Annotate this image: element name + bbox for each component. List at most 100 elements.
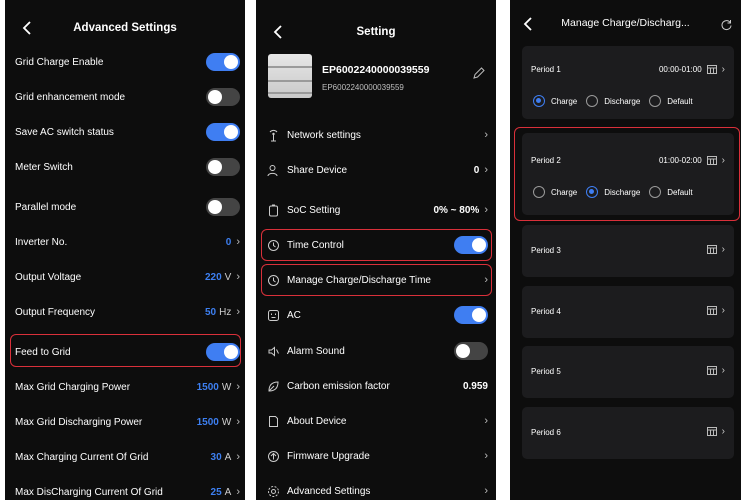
device-image <box>268 54 312 98</box>
setting-label: Parallel mode <box>15 201 77 213</box>
period-time-selector[interactable]: › <box>702 365 725 376</box>
chevron-right-icon: › <box>236 271 240 283</box>
setting-value: 0 <box>225 236 232 248</box>
setting-row-meter-switch[interactable]: Meter Switch <box>15 153 240 181</box>
setting-label: Max Grid Charging Power <box>15 381 131 393</box>
ac-toggle[interactable] <box>454 306 488 324</box>
row-share-device[interactable]: Share Device 0 › <box>266 155 488 185</box>
row-ac[interactable]: AC <box>266 300 488 330</box>
row-label: Network settings <box>287 129 361 141</box>
period-time-selector[interactable]: › <box>702 426 725 437</box>
setting-label: Max DisCharging Current Of Grid <box>15 486 163 498</box>
setting-row-inverter-no[interactable]: Inverter No. 0 › <box>15 228 240 256</box>
highlight-box <box>261 229 492 261</box>
chevron-right-icon: › <box>484 164 488 176</box>
row-label: Share Device <box>287 164 348 176</box>
discharge-option[interactable]: Discharge <box>586 95 640 107</box>
battery-icon <box>266 203 280 217</box>
row-label: SoC Setting <box>287 204 341 216</box>
setting-label: Grid Charge Enable <box>15 56 104 68</box>
period-time-selector[interactable]: › <box>702 305 725 316</box>
row-label: AC <box>287 309 301 321</box>
setting-row-grid-enhancement-mode[interactable]: Grid enhancement mode <box>15 83 240 111</box>
back-arrow-icon <box>22 21 31 35</box>
setting-unit: A <box>224 451 232 463</box>
edit-button[interactable] <box>472 66 486 85</box>
setting-row-output-frequency[interactable]: Output Frequency 50 Hz › <box>15 298 240 326</box>
row-advanced-settings[interactable]: Advanced Settings › <box>266 476 488 500</box>
pencil-icon <box>473 67 485 79</box>
chevron-right-icon: › <box>721 426 725 437</box>
period-name: Period 5 <box>531 367 561 376</box>
row-firmware-upgrade[interactable]: Firmware Upgrade › <box>266 441 488 471</box>
leaf-icon <box>266 379 280 393</box>
period-name: Period 3 <box>531 246 561 255</box>
setting-row-max-discharging-current-of-grid[interactable]: Max DisCharging Current Of Grid 25 A › <box>15 478 240 500</box>
setting-row-output-voltage[interactable]: Output Voltage 220 V › <box>15 263 240 291</box>
setting-unit: W <box>221 381 232 393</box>
setting-value: 1500 <box>196 381 219 393</box>
setting-row-parallel-mode[interactable]: Parallel mode <box>15 193 240 221</box>
row-label: Carbon emission factor <box>287 380 390 392</box>
setting-row-max-grid-discharging-power[interactable]: Max Grid Discharging Power 1500 W › <box>15 408 240 436</box>
calendar-icon <box>706 65 717 74</box>
back-arrow-icon <box>273 25 282 39</box>
setting-row-max-charging-current-of-grid[interactable]: Max Charging Current Of Grid 30 A › <box>15 443 240 471</box>
setting-label: Max Charging Current Of Grid <box>15 451 149 463</box>
setting-value: 50 <box>204 306 217 318</box>
highlight-box <box>514 127 740 221</box>
calendar-icon <box>706 366 717 375</box>
row-soc-setting[interactable]: SoC Setting 0% ~ 80% › <box>266 195 488 225</box>
back-button[interactable] <box>518 14 538 34</box>
mode-radio-group: Charge Discharge Default <box>533 95 702 107</box>
page-title: Advanced Settings <box>73 22 177 34</box>
period-name: Period 1 <box>531 65 561 74</box>
default-radio[interactable] <box>649 95 662 107</box>
period-card-4[interactable]: Period 4 › <box>522 286 734 338</box>
parallel-mode-toggle[interactable] <box>206 198 240 216</box>
row-about-device[interactable]: About Device › <box>266 406 488 436</box>
period-time-selector[interactable]: › <box>702 244 725 255</box>
setting-label: Inverter No. <box>15 236 68 248</box>
setting-row-save-ac-switch-status[interactable]: Save AC switch status <box>15 118 240 146</box>
chevron-right-icon: › <box>484 129 488 141</box>
meter-switch-toggle[interactable] <box>206 158 240 176</box>
setting-row-grid-charge-enable[interactable]: Grid Charge Enable <box>15 48 240 76</box>
period-card-6[interactable]: Period 6 › <box>522 407 734 459</box>
grid-charge-enable-toggle[interactable] <box>206 53 240 71</box>
row-label: Advanced Settings <box>287 485 371 497</box>
chevron-right-icon: › <box>236 416 240 428</box>
period-card-5[interactable]: Period 5 › <box>522 346 734 398</box>
calendar-icon <box>706 427 717 436</box>
alarm-sound-toggle[interactable] <box>454 342 488 360</box>
row-carbon-emission-factor[interactable]: Carbon emission factor 0.959 <box>266 371 488 401</box>
refresh-button[interactable] <box>720 18 733 36</box>
row-value: 0% ~ 80% <box>433 204 480 216</box>
device-card[interactable]: EP6002240000039559 EP6002240000039559 <box>266 52 488 106</box>
period-time: 00:00-01:00 <box>658 65 702 74</box>
default-option[interactable]: Default <box>649 95 693 107</box>
charge-radio[interactable] <box>533 95 545 107</box>
period-card-3[interactable]: Period 3 › <box>522 225 734 277</box>
back-button[interactable] <box>17 18 37 38</box>
setting-value: 1500 <box>196 416 219 428</box>
setting-unit: W <box>221 416 232 428</box>
calendar-icon <box>706 306 717 315</box>
setting-row-max-grid-charging-power[interactable]: Max Grid Charging Power 1500 W › <box>15 373 240 401</box>
radio-label: Discharge <box>604 96 641 106</box>
period-time-selector[interactable]: 00:00-01:00 › <box>659 64 725 75</box>
chevron-right-icon: › <box>721 365 725 376</box>
save-ac-switch-status-toggle[interactable] <box>206 123 240 141</box>
chevron-right-icon: › <box>236 486 240 498</box>
chevron-right-icon: › <box>484 485 488 497</box>
setting-label: Output Voltage <box>15 271 82 283</box>
chevron-right-icon: › <box>484 204 488 216</box>
grid-enhancement-mode-toggle[interactable] <box>206 88 240 106</box>
charge-option[interactable]: Charge <box>533 95 577 107</box>
row-network-settings[interactable]: Network settings › <box>266 120 488 150</box>
back-button[interactable] <box>268 22 288 42</box>
discharge-radio[interactable] <box>586 95 599 107</box>
row-alarm-sound[interactable]: Alarm Sound <box>266 336 488 366</box>
chevron-right-icon: › <box>721 244 725 255</box>
period-card-1[interactable]: Period 1 00:00-01:00 › Charge Discharge … <box>522 46 734 119</box>
